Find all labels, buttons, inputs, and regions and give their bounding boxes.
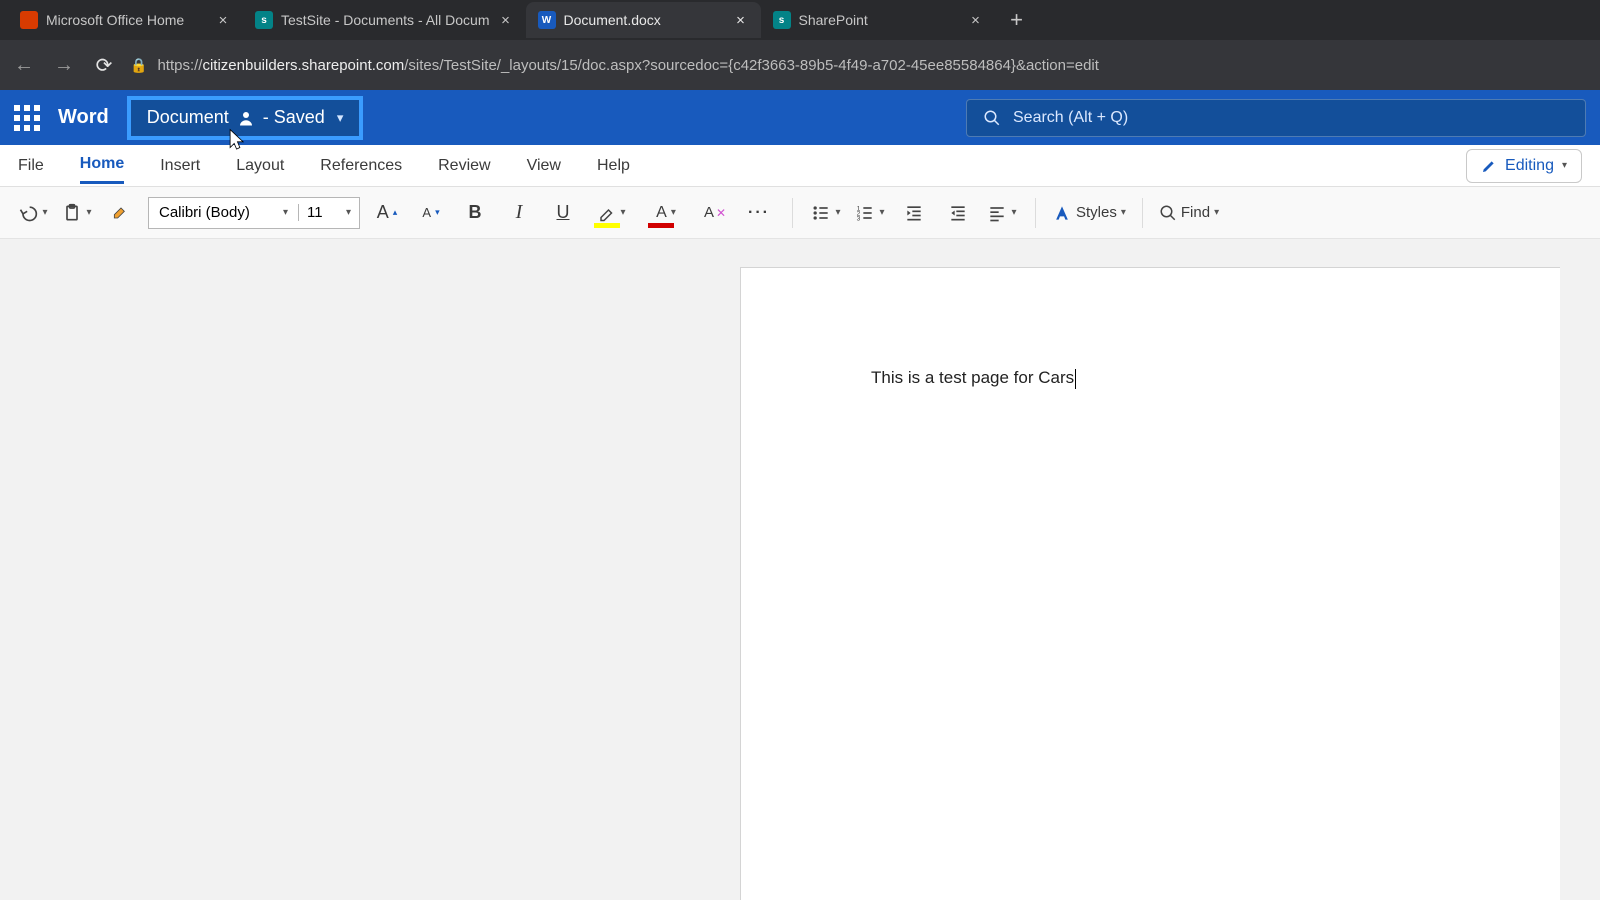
tab-title: Document.docx <box>564 12 725 28</box>
favicon: s <box>773 11 791 29</box>
favicon <box>20 11 38 29</box>
chevron-down-icon: ▾ <box>1011 207 1016 218</box>
tab-title: SharePoint <box>799 12 960 28</box>
separator <box>1035 198 1036 228</box>
chevron-down-icon: ▾ <box>835 207 840 218</box>
close-tab-icon[interactable]: × <box>733 12 749 29</box>
close-tab-icon[interactable]: × <box>968 12 984 29</box>
close-tab-icon[interactable]: × <box>498 12 514 29</box>
ribbon-tabs: File Home Insert Layout References Revie… <box>0 145 1600 187</box>
browser-tab-active[interactable]: W Document.docx × <box>526 2 761 38</box>
document-page[interactable]: This is a test page for Cars <box>740 267 1560 900</box>
browser-tab[interactable]: s TestSite - Documents - All Docum × <box>243 2 526 38</box>
url-prefix: https:// <box>157 57 202 74</box>
svg-text:3: 3 <box>857 215 861 222</box>
new-tab-button[interactable]: + <box>1002 5 1032 35</box>
find-button[interactable]: Find ▾ <box>1159 196 1219 230</box>
save-state: - Saved <box>263 107 325 128</box>
tab-insert[interactable]: Insert <box>160 149 200 183</box>
chevron-down-icon: ▾ <box>283 207 288 218</box>
chevron-down-icon: ▾ <box>337 110 344 126</box>
favicon: W <box>538 11 556 29</box>
tab-title: TestSite - Documents - All Docum <box>281 12 490 28</box>
tab-title: Microsoft Office Home <box>46 12 207 28</box>
chevron-down-icon: ▾ <box>86 207 91 218</box>
tab-view[interactable]: View <box>527 149 561 183</box>
editing-mode-button[interactable]: Editing ▾ <box>1466 149 1582 183</box>
text-cursor <box>1075 369 1076 389</box>
close-tab-icon[interactable]: × <box>215 12 231 29</box>
increase-indent-button[interactable] <box>941 196 975 230</box>
format-painter-button[interactable] <box>104 196 138 230</box>
pen-icon <box>1481 158 1497 174</box>
search-placeholder: Search (Alt + Q) <box>1013 109 1128 127</box>
browser-address-bar: ← → ⟳ 🔒 https://citizenbuilders.sharepoi… <box>0 40 1600 90</box>
more-options-button[interactable]: ··· <box>742 196 776 230</box>
search-box[interactable]: Search (Alt + Q) <box>966 99 1586 137</box>
find-label: Find <box>1181 204 1210 221</box>
url-field[interactable]: 🔒 https://citizenbuilders.sharepoint.com… <box>130 57 1590 74</box>
search-icon <box>983 109 1001 127</box>
chevron-down-icon: ▾ <box>671 207 676 218</box>
undo-button[interactable]: ▾ <box>16 196 50 230</box>
chevron-down-icon: ▾ <box>1562 160 1567 171</box>
tab-home[interactable]: Home <box>80 147 124 184</box>
word-header: Word Document - Saved ▾ Search (Alt + Q) <box>0 90 1600 145</box>
numbering-button[interactable]: 123 ▾ <box>853 196 887 230</box>
lock-icon: 🔒 <box>130 57 147 74</box>
styles-label: Styles <box>1076 204 1117 221</box>
reload-button[interactable]: ⟳ <box>90 51 118 79</box>
editing-label: Editing <box>1505 157 1554 175</box>
font-selector[interactable]: Calibri (Body) ▾ 11 ▾ <box>148 197 360 229</box>
paste-button[interactable]: ▾ <box>60 196 94 230</box>
styles-button[interactable]: Styles ▾ <box>1052 196 1126 230</box>
chevron-down-icon: ▾ <box>1214 207 1219 218</box>
chevron-down-icon: ▾ <box>346 207 351 218</box>
browser-tab[interactable]: Microsoft Office Home × <box>8 2 243 38</box>
separator <box>792 198 793 228</box>
chevron-down-icon: ▾ <box>42 207 47 218</box>
tab-help[interactable]: Help <box>597 149 630 183</box>
font-name-dropdown[interactable]: Calibri (Body) ▾ <box>149 204 299 221</box>
chevron-down-icon: ▾ <box>879 207 884 218</box>
forward-button[interactable]: → <box>50 51 78 79</box>
waffle-icon[interactable] <box>14 105 40 131</box>
document-name: Document <box>147 107 229 128</box>
ribbon-toolbar: ▾ ▾ Calibri (Body) ▾ 11 ▾ A▴ A▾ B I U ▾ … <box>0 187 1600 239</box>
tab-layout[interactable]: Layout <box>236 149 284 183</box>
font-size-dropdown[interactable]: 11 ▾ <box>299 204 359 221</box>
document-body-text[interactable]: This is a test page for Cars <box>871 368 1074 388</box>
browser-tab-strip: Microsoft Office Home × s TestSite - Doc… <box>0 0 1600 40</box>
chevron-down-icon: ▾ <box>1121 207 1126 218</box>
document-title-button[interactable]: Document - Saved ▾ <box>127 96 364 140</box>
person-icon <box>237 109 255 127</box>
underline-button[interactable]: U <box>546 196 580 230</box>
grow-font-button[interactable]: A▴ <box>370 196 404 230</box>
clear-formatting-button[interactable]: A✕ <box>698 196 732 230</box>
align-button[interactable]: ▾ <box>985 196 1019 230</box>
bold-button[interactable]: B <box>458 196 492 230</box>
browser-tab[interactable]: s SharePoint × <box>761 2 996 38</box>
font-size-value: 11 <box>307 204 323 221</box>
separator <box>1142 198 1143 228</box>
shrink-font-button[interactable]: A▾ <box>414 196 448 230</box>
chevron-down-icon: ▾ <box>620 207 625 218</box>
tab-references[interactable]: References <box>320 149 402 183</box>
favicon: s <box>255 11 273 29</box>
document-canvas[interactable]: This is a test page for Cars <box>0 239 1600 900</box>
bullets-button[interactable]: ▾ <box>809 196 843 230</box>
decrease-indent-button[interactable] <box>897 196 931 230</box>
italic-button[interactable]: I <box>502 196 536 230</box>
url-path: /sites/TestSite/_layouts/15/doc.aspx?sou… <box>404 57 1099 74</box>
font-color-button[interactable]: A▾ <box>644 196 688 230</box>
url-host: citizenbuilders.sharepoint.com <box>202 57 404 74</box>
highlight-button[interactable]: ▾ <box>590 196 634 230</box>
font-name-value: Calibri (Body) <box>159 204 250 221</box>
back-button[interactable]: ← <box>10 51 38 79</box>
tab-review[interactable]: Review <box>438 149 490 183</box>
tab-file[interactable]: File <box>18 149 44 183</box>
app-name: Word <box>58 106 109 129</box>
